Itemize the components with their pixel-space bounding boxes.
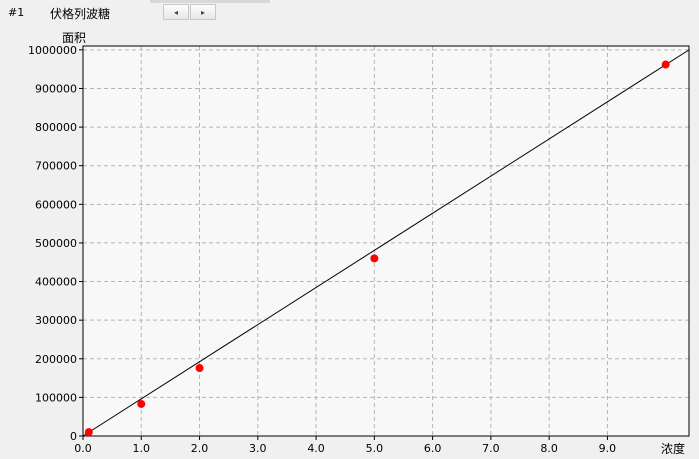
y-tick-label: 700000 [35,160,77,173]
x-tick-label: 7.0 [482,442,500,455]
data-point [84,428,93,437]
x-tick-label: 5.0 [366,442,384,455]
y-tick-label: 0 [70,430,77,443]
y-tick-label: 300000 [35,314,77,327]
x-tick-label: 8.0 [540,442,558,455]
x-tick-label: 2.0 [191,442,209,455]
calibration-window: #1 伏格列波糖 ◂ ▸ 面积 浓度 0.0 1.0 2.0 3.0 4.0 5.0 6.0… [0,0,699,459]
data-point [137,399,146,408]
y-tick-label: 400000 [35,276,77,289]
x-tick-label: 9.0 [599,442,617,455]
x-axis-title: 浓度 [661,441,685,456]
y-tick-label: 800000 [35,121,77,134]
data-point [370,254,379,263]
x-tick-label: 6.0 [424,442,442,455]
x-tick-label: 0.0 [74,442,92,455]
y-tick-label: 1000000 [28,44,77,57]
y-tick-label: 100000 [35,391,77,404]
data-point [661,60,670,69]
data-point [195,364,204,373]
y-tick-label: 500000 [35,237,77,250]
y-tick-label: 600000 [35,198,77,211]
x-tick-label: 4.0 [307,442,325,455]
x-tick-label: 1.0 [133,442,151,455]
x-tick-label: 3.0 [249,442,267,455]
y-tick-label: 900000 [35,82,77,95]
y-tick-label: 200000 [35,353,77,366]
calibration-chart: 面积 浓度 0.0 1.0 2.0 3.0 4.0 5.0 6.0 7.0 8.0 9.00100… [28,31,690,456]
